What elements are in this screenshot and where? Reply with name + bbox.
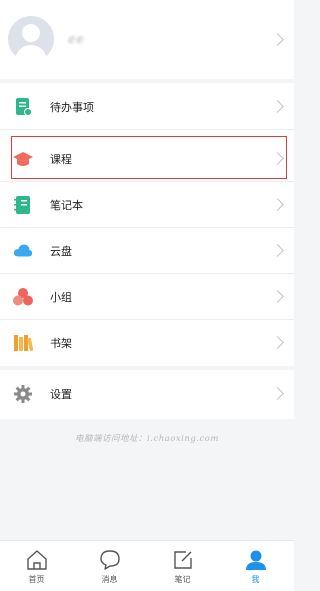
username: ⅇⅇ bbox=[68, 32, 85, 46]
tab-label: 首页 bbox=[28, 575, 45, 584]
chevron-right-icon bbox=[271, 100, 284, 113]
menu-list: 待办事项 课程 笔记本 云盘 小组 书架 bbox=[0, 83, 294, 366]
settings-section: 设置 bbox=[0, 370, 294, 419]
highlight-box bbox=[11, 136, 287, 179]
profile-icon bbox=[246, 550, 266, 570]
avatar-body bbox=[15, 45, 47, 62]
menu-item-cloud[interactable]: 云盘 bbox=[0, 227, 294, 274]
menu-item-label: 云盘 bbox=[50, 245, 72, 258]
menu-item-label: 小组 bbox=[50, 291, 72, 304]
chevron-right-icon bbox=[271, 198, 284, 211]
menu-item-bookshelf[interactable]: 书架 bbox=[0, 319, 294, 366]
chevron-right-icon bbox=[271, 336, 284, 349]
home-icon bbox=[27, 550, 47, 570]
menu-item-label: 待办事项 bbox=[50, 101, 94, 114]
tab-label: 我 bbox=[251, 575, 260, 584]
avatar-head bbox=[22, 24, 40, 42]
divider bbox=[0, 129, 294, 130]
chevron-right-icon bbox=[271, 387, 284, 400]
gear-icon bbox=[14, 385, 32, 403]
avatar[interactable] bbox=[8, 16, 54, 62]
menu-item-label: 设置 bbox=[50, 388, 72, 401]
notebook-icon bbox=[14, 196, 30, 214]
note-edit-icon bbox=[174, 551, 192, 569]
message-icon bbox=[100, 550, 120, 570]
todo-icon bbox=[16, 98, 32, 116]
menu-item-group[interactable]: 小组 bbox=[0, 273, 294, 320]
bottom-tab-bar: 首页 消息 笔记 我 bbox=[0, 540, 294, 591]
cloud-icon bbox=[13, 244, 33, 257]
chevron-right-icon bbox=[271, 33, 284, 46]
profile-header[interactable]: ⅇⅇ bbox=[0, 0, 294, 79]
tab-me[interactable]: 我 bbox=[219, 541, 292, 591]
tab-label: 消息 bbox=[101, 575, 118, 584]
web-access-note: 电脑端访问地址：i.chaoxing.com bbox=[75, 434, 219, 444]
chevron-right-icon bbox=[271, 244, 284, 257]
tab-home[interactable]: 首页 bbox=[0, 541, 73, 591]
menu-item-settings[interactable]: 设置 bbox=[0, 370, 294, 417]
chevron-right-icon bbox=[271, 290, 284, 303]
bookshelf-icon bbox=[14, 335, 33, 352]
menu-item-notebook[interactable]: 笔记本 bbox=[0, 181, 294, 228]
tab-messages[interactable]: 消息 bbox=[73, 541, 146, 591]
menu-item-label: 书架 bbox=[50, 337, 72, 350]
group-icon bbox=[13, 288, 33, 306]
tab-label: 笔记 bbox=[174, 575, 191, 584]
menu-item-todo[interactable]: 待办事项 bbox=[0, 83, 294, 130]
tab-notes[interactable]: 笔记 bbox=[146, 541, 219, 591]
menu-item-label: 笔记本 bbox=[50, 199, 83, 212]
